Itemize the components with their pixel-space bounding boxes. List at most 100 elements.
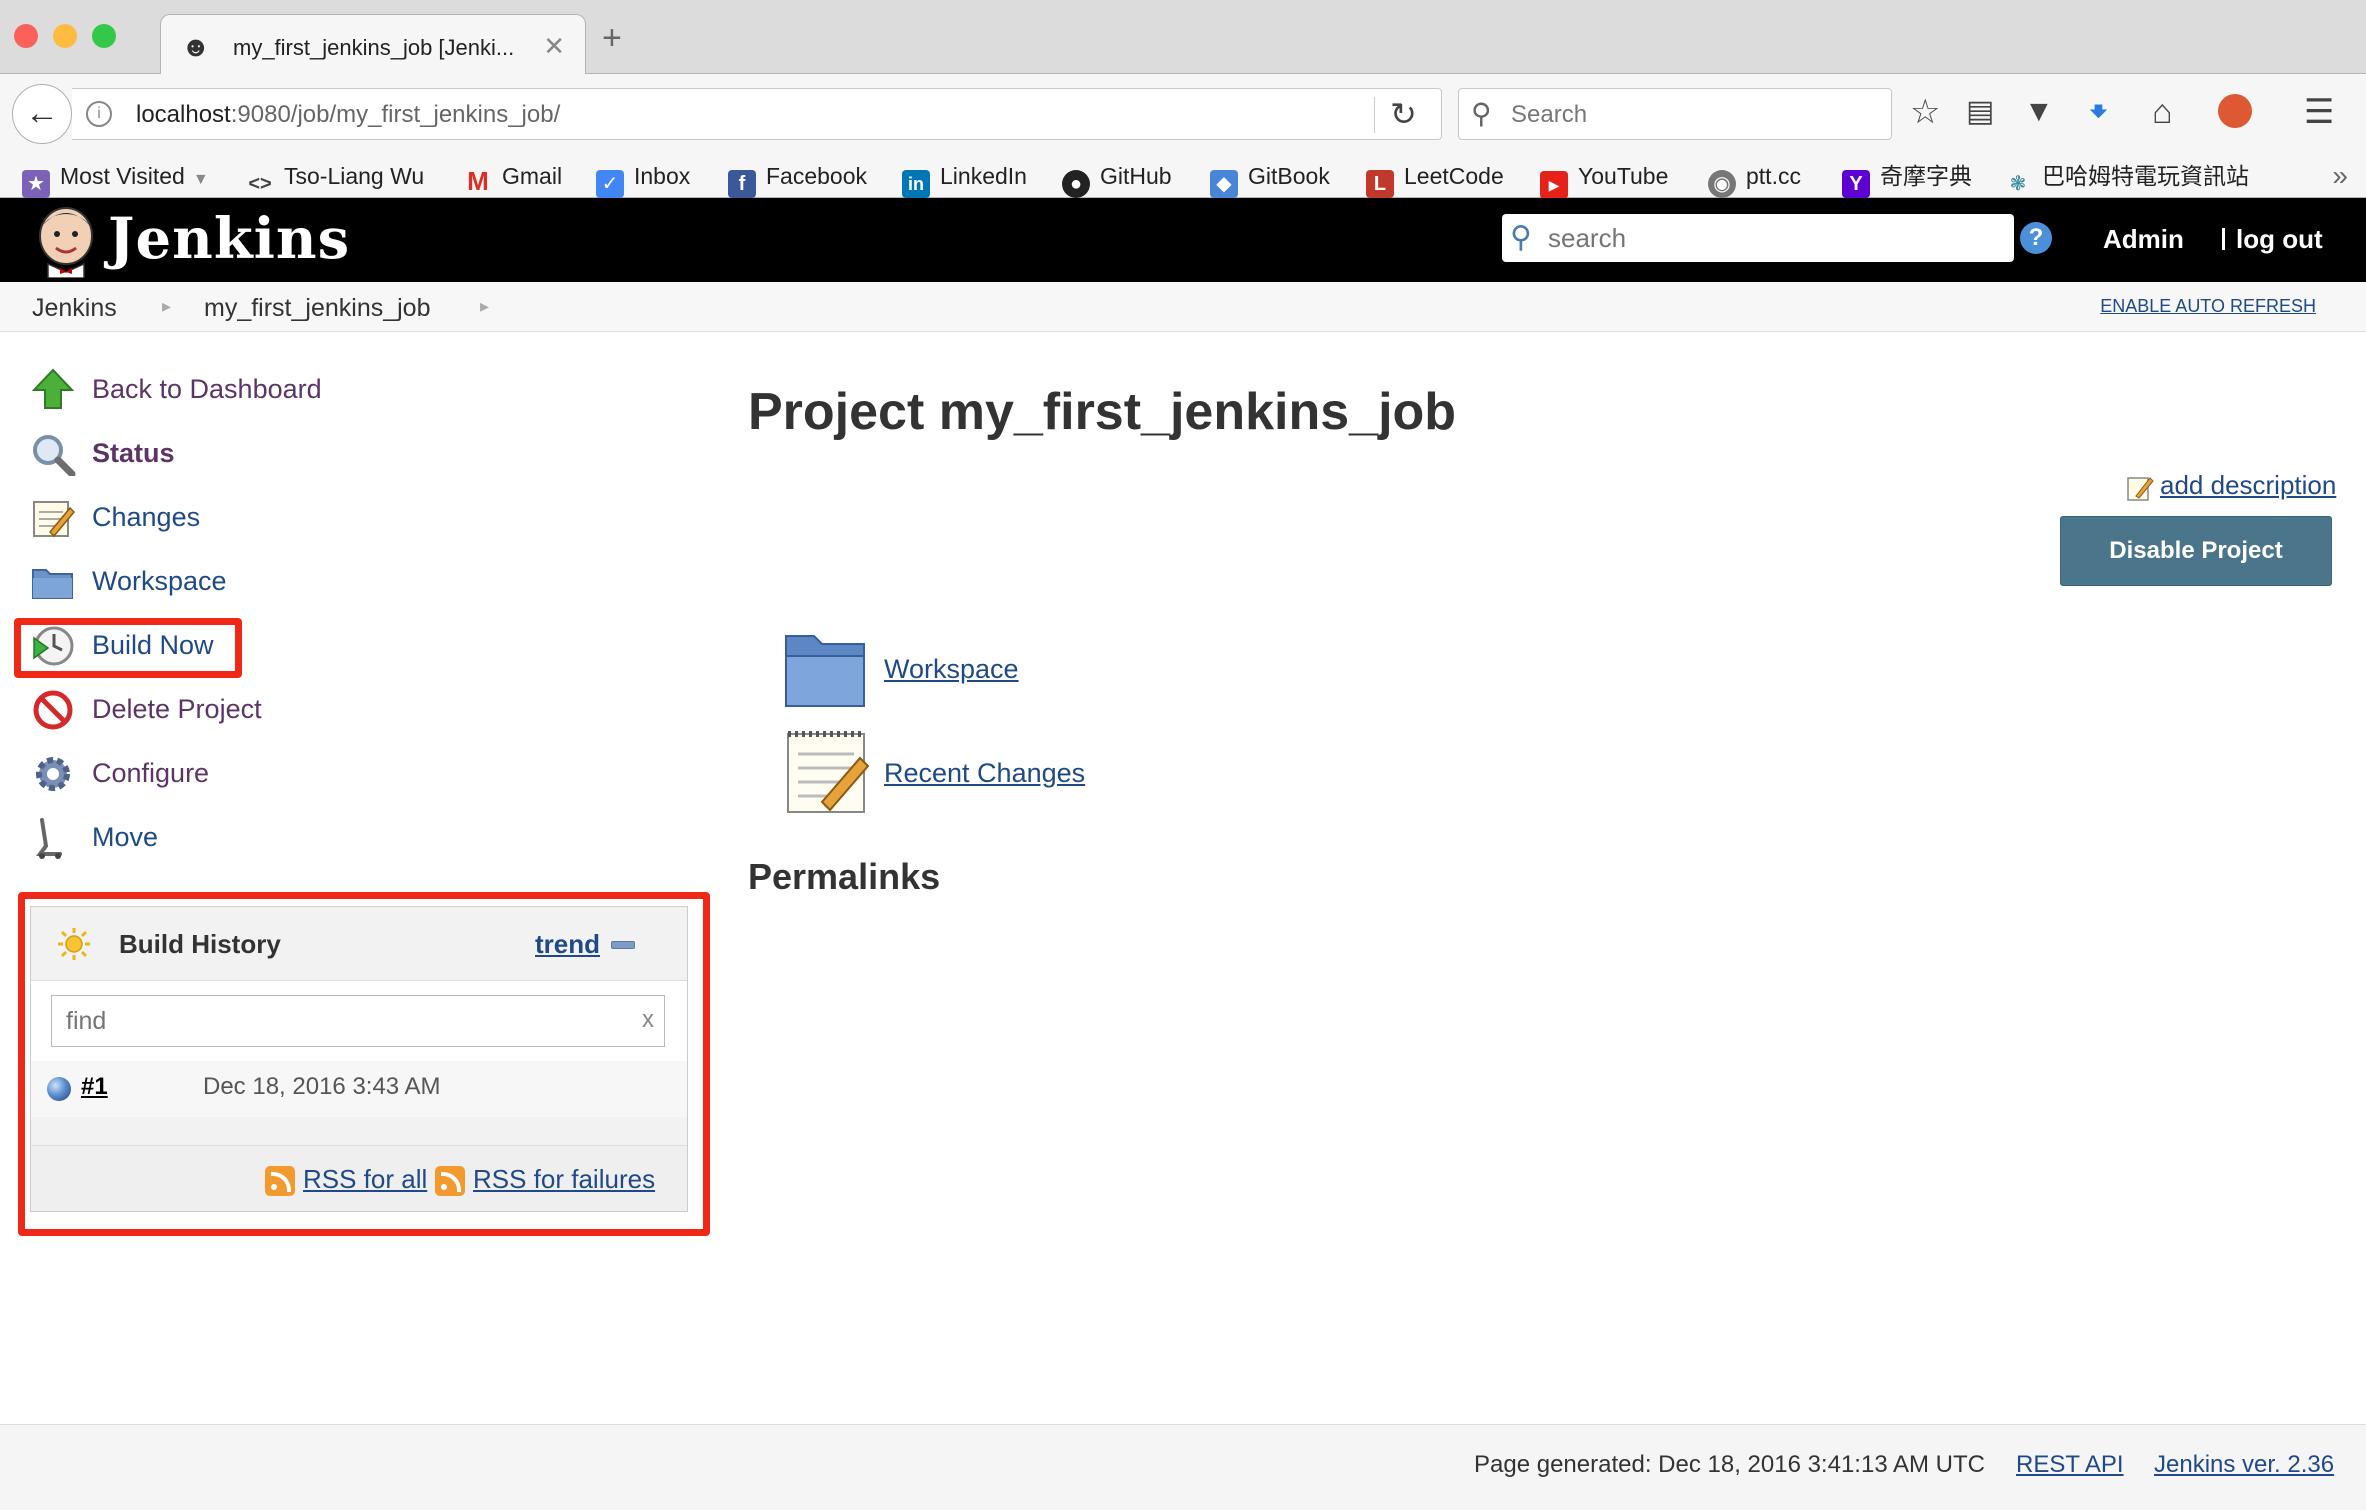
tab-title: my_first_jenkins_job [Jenki... [233, 35, 515, 60]
gear-icon [36, 757, 70, 791]
up-arrow-icon [31, 368, 75, 409]
edit-note-icon[interactable] [2126, 474, 2154, 502]
help-icon[interactable]: ? [2020, 222, 2052, 254]
bookmark-label: LeetCode [1404, 163, 1504, 189]
gitbook-icon: ◆ [1210, 170, 1238, 198]
notepad-icon[interactable] [782, 728, 870, 816]
back-arrow-icon: ← [25, 94, 59, 132]
bookmark-label: YouTube [1578, 163, 1669, 189]
jenkins-search-box[interactable]: ⚲ [1502, 214, 2014, 262]
reading-list-icon[interactable]: ▤ [1966, 92, 1994, 132]
inbox-icon: ✓ [596, 170, 624, 198]
workspace-link[interactable]: Workspace [884, 654, 1019, 685]
bookmarks-bar: ★ Most Visited ▼ <> Tso-Liang Wu M Gmail ✓ In… [0, 152, 2366, 199]
bookmark-linkedin[interactable]: in LinkedIn [902, 160, 1027, 198]
bookmark-yahoo-dictionary[interactable]: Y 奇摩字典 [1842, 160, 1972, 198]
breadcrumb-arrow-icon[interactable]: ▸ [162, 296, 171, 317]
bookmark-label: GitBook [1248, 163, 1330, 189]
folder-icon[interactable] [782, 626, 870, 714]
close-window-button[interactable] [14, 24, 38, 48]
bookmark-youtube[interactable]: ▶ YouTube [1540, 160, 1669, 199]
gmail-icon: M [467, 166, 489, 196]
bookmark-bahamut[interactable]: ❃ 巴哈姆特電玩資訊站 [2004, 160, 2249, 195]
minimize-window-button[interactable] [53, 24, 77, 48]
bookmark-github[interactable]: ● GitHub [1062, 160, 1172, 198]
bookmark-inbox[interactable]: ✓ Inbox [596, 160, 690, 198]
jenkins-favicon-icon: ☻ [181, 31, 211, 62]
url-bar[interactable]: i localhost:9080/job/my_first_jenkins_jo… [72, 88, 1442, 140]
jenkins-header: Jenkins ⚲ ? Admin log out [0, 198, 2366, 282]
code-icon: <> [248, 173, 272, 195]
bookmark-gitbook[interactable]: ◆ GitBook [1210, 160, 1330, 198]
globe-icon: ◉ [1708, 170, 1736, 198]
downloads-icon[interactable]: 🠻 [2088, 92, 2109, 132]
bookmark-star-icon[interactable]: ☆ [1910, 92, 1940, 132]
breadcrumb-jenkins[interactable]: Jenkins [32, 294, 117, 323]
page-title: Project my_first_jenkins_job [748, 383, 1457, 441]
disable-project-button[interactable]: Disable Project [2060, 516, 2332, 586]
add-description-link[interactable]: add description [2160, 470, 2336, 501]
bahamut-icon: ❃ [2009, 173, 2027, 195]
search-icon: ⚲ [1510, 221, 1532, 254]
back-button[interactable]: ← [12, 84, 72, 144]
bookmark-gmail[interactable]: M Gmail [464, 160, 562, 196]
build-history-highlight [18, 892, 710, 1236]
breadcrumb-job[interactable]: my_first_jenkins_job [204, 294, 431, 323]
bookmark-facebook[interactable]: f Facebook [728, 160, 867, 198]
browser-search-field[interactable]: ⚲ Search [1458, 88, 1892, 140]
build-now-highlight [14, 618, 242, 678]
jenkins-version-link[interactable]: Jenkins ver. 2.36 [2154, 1451, 2334, 1479]
task-label: Workspace [92, 566, 227, 596]
bookmark-label: LinkedIn [940, 163, 1027, 189]
page-footer: Page generated: Dec 18, 2016 3:41:13 AM … [0, 1424, 2366, 1510]
breadcrumb: Jenkins ▸ my_first_jenkins_job ▸ ENABLE … [0, 282, 2366, 332]
browser-tab[interactable]: ☻ my_first_jenkins_job [Jenki... ✕ [160, 14, 586, 75]
youtube-icon: ▶ [1540, 171, 1568, 199]
task-label: Move [92, 822, 159, 852]
search-icon: ⚲ [1471, 98, 1492, 129]
folder-icon [32, 569, 73, 599]
duckduckgo-icon[interactable] [2218, 94, 2252, 128]
bookmark-ptt[interactable]: ◉ ptt.cc [1708, 160, 1801, 198]
menu-icon[interactable]: ☰ [2304, 92, 2334, 132]
browser-search-placeholder: Search [1511, 101, 1588, 128]
rest-api-link[interactable]: REST API [2016, 1451, 2124, 1479]
github-icon: ● [1062, 170, 1090, 198]
browser-tab-bar: ☻ my_first_jenkins_job [Jenki... ✕ + [0, 0, 2366, 75]
pocket-icon[interactable]: ▼ [2024, 92, 2054, 132]
browser-nav-bar: i localhost:9080/job/my_first_jenkins_jo… [0, 74, 2366, 160]
logout-link[interactable]: log out [2236, 224, 2323, 255]
leetcode-icon: L [1366, 170, 1394, 198]
jenkins-search-input[interactable] [1548, 220, 1998, 256]
bookmarks-overflow-icon[interactable]: » [2332, 160, 2348, 192]
move-icon [36, 818, 62, 859]
enable-auto-refresh-link[interactable]: ENABLE AUTO REFRESH [2100, 296, 2316, 317]
maximize-window-button[interactable] [92, 24, 116, 48]
bookmark-leetcode[interactable]: L LeetCode [1366, 160, 1504, 198]
tab-close-icon[interactable]: ✕ [543, 31, 565, 62]
bookmark-most-visited[interactable]: ★ Most Visited ▼ [22, 160, 209, 198]
breadcrumb-arrow-icon[interactable]: ▸ [480, 296, 489, 317]
bookmark-label: ptt.cc [1746, 163, 1801, 189]
facebook-icon: f [728, 170, 756, 198]
chevron-down-icon: ▼ [192, 171, 209, 188]
jenkins-butler-logo-icon[interactable] [32, 204, 100, 278]
most-visited-icon: ★ [22, 170, 50, 198]
task-label: Changes [92, 502, 201, 532]
recent-changes-link[interactable]: Recent Changes [884, 758, 1085, 789]
bookmark-tso-liang-wu[interactable]: <> Tso-Liang Wu [246, 160, 425, 195]
home-icon[interactable]: ⌂ [2152, 92, 2173, 132]
info-icon[interactable]: i [86, 101, 112, 127]
linkedin-icon: in [902, 170, 930, 198]
url-separator [1374, 97, 1375, 133]
task-label: Configure [92, 758, 210, 788]
yahoo-icon: Y [1842, 170, 1870, 198]
task-label: Delete Project [92, 694, 262, 724]
user-admin-link[interactable]: Admin [2103, 224, 2184, 255]
bookmark-label: Tso-Liang Wu [284, 163, 425, 189]
new-tab-button[interactable]: + [602, 21, 622, 55]
url-text[interactable]: localhost:9080/job/my_first_jenkins_job/ [136, 101, 560, 129]
magnifier-icon [33, 435, 76, 476]
jenkins-logo-text[interactable]: Jenkins [108, 206, 350, 272]
reload-icon[interactable]: ↻ [1390, 95, 1417, 133]
